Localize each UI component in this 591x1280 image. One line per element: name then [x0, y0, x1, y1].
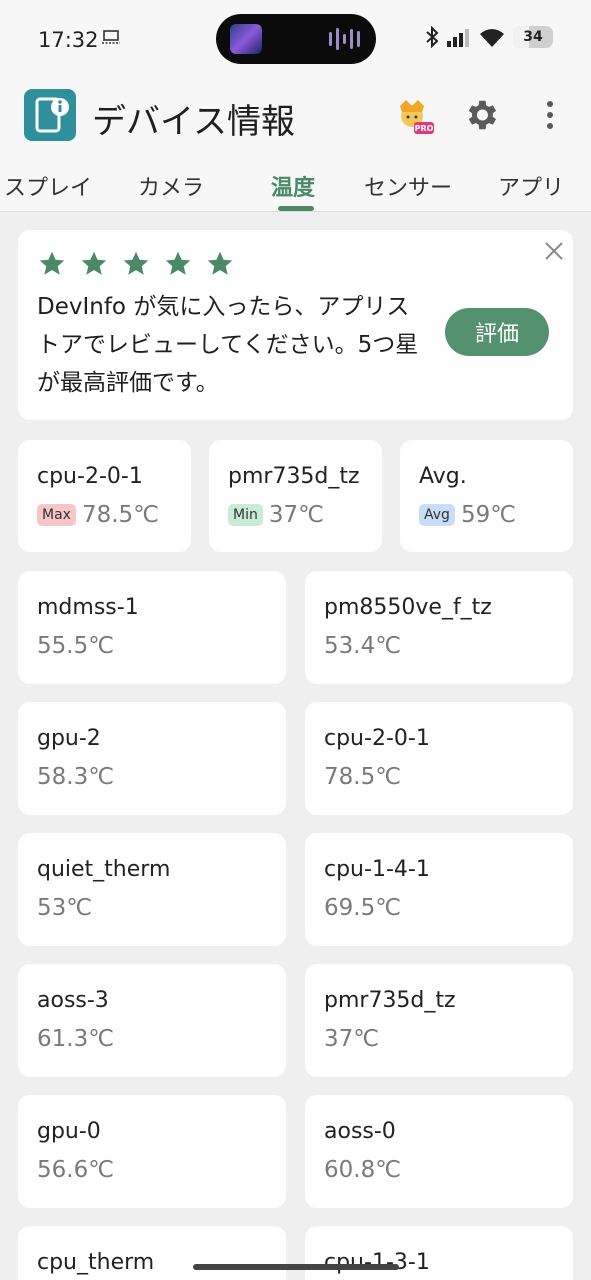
min-temp-card[interactable]: pmr735d_tz Min 37℃ [209, 440, 382, 552]
tab-camera[interactable]: カメラ [138, 170, 204, 202]
sensor-name: cpu-2-0-1 [324, 726, 430, 751]
app-title: デバイス情報 [92, 102, 295, 142]
sensor-value: 55.5℃ [37, 633, 115, 659]
sensor-name: mdmss-1 [37, 595, 139, 620]
sensor-name: pmr735d_tz [228, 464, 360, 489]
battery-icon: 34 [513, 26, 553, 48]
review-prompt-text: DevInfo が気に入ったら、アプリストアでレビューしてください。5つ星が最高… [37, 294, 419, 396]
sensor-value: 53℃ [37, 895, 93, 921]
sensor-card[interactable]: aoss-3 61.3℃ [18, 964, 286, 1077]
tab-active-indicator [278, 206, 314, 211]
sensor-card[interactable]: gpu-2 58.3℃ [18, 702, 286, 815]
wifi-icon [480, 29, 504, 47]
avg-temp-value: 59℃ [460, 502, 517, 528]
star-icon[interactable] [164, 250, 192, 278]
star-icon[interactable] [206, 250, 234, 278]
now-playing-artwork [230, 24, 262, 54]
sensor-name: cpu-2-0-1 [37, 464, 143, 489]
sensor-card[interactable]: cpu-1-4-1 69.5℃ [305, 833, 573, 946]
sensor-card[interactable]: mdmss-1 55.5℃ [18, 571, 286, 684]
tab-display[interactable]: スプレイ [4, 170, 92, 202]
sensor-value: 61.3℃ [37, 1026, 115, 1052]
sensor-value: Min 37℃ [228, 502, 324, 528]
tab-bar: スプレイ カメラ 温度 センサー アプリ [0, 156, 591, 212]
sensor-name: cpu_therm [37, 1250, 155, 1275]
max-temp-value: 78.5℃ [81, 502, 159, 528]
bluetooth-icon [426, 26, 439, 48]
sensor-value: 56.6℃ [37, 1157, 115, 1183]
home-indicator[interactable] [193, 1264, 399, 1270]
sensor-name: gpu-2 [37, 726, 101, 751]
sensor-value: 58.3℃ [37, 764, 115, 790]
sensor-card[interactable]: cpu-2-0-1 78.5℃ [305, 702, 573, 815]
sensor-card[interactable]: cpu-1-3-1 [305, 1226, 573, 1280]
rating-stars[interactable] [38, 250, 234, 278]
rate-button[interactable]: 評価 [445, 308, 549, 356]
gear-icon[interactable] [462, 96, 500, 134]
sensor-card[interactable]: aoss-0 60.8℃ [305, 1095, 573, 1208]
sensor-value: 78.5℃ [324, 764, 402, 790]
battery-level: 34 [523, 29, 543, 45]
more-vert-icon[interactable] [532, 96, 568, 134]
sensor-card[interactable]: cpu_therm [18, 1226, 286, 1280]
close-icon[interactable] [543, 240, 565, 262]
sensor-name: quiet_therm [37, 857, 171, 882]
cast-icon [102, 30, 120, 44]
sensor-card[interactable]: gpu-0 56.6℃ [18, 1095, 286, 1208]
sensor-card[interactable]: quiet_therm 53℃ [18, 833, 286, 946]
star-icon[interactable] [38, 250, 66, 278]
status-time: 17:32 [38, 28, 99, 52]
max-badge: Max [37, 504, 76, 526]
review-card: DevInfo が気に入ったら、アプリストアでレビューしてください。5つ星が最高… [18, 230, 573, 420]
tab-apps[interactable]: アプリ [498, 170, 564, 202]
sensor-card[interactable]: pm8550ve_f_tz 53.4℃ [305, 571, 573, 684]
signal-icon [447, 29, 469, 47]
tab-temperature[interactable]: 温度 [271, 170, 315, 202]
sensor-value: 69.5℃ [324, 895, 402, 921]
star-icon[interactable] [80, 250, 108, 278]
status-icons: 34 [425, 26, 553, 48]
star-icon[interactable] [122, 250, 150, 278]
status-bar: 17:32 34 [0, 0, 591, 80]
min-temp-value: 37℃ [268, 502, 324, 528]
sensor-value: 37℃ [324, 1026, 380, 1052]
dynamic-island [216, 14, 376, 64]
sensor-name: cpu-1-3-1 [324, 1250, 430, 1275]
avg-badge: Avg [419, 504, 455, 526]
app-logo-icon [24, 89, 76, 141]
sensor-value: Max 78.5℃ [37, 502, 159, 528]
sensor-name: pmr735d_tz [324, 988, 456, 1013]
audio-wave-icon [329, 28, 360, 50]
sensor-card[interactable]: pmr735d_tz 37℃ [305, 964, 573, 1077]
sensor-name: cpu-1-4-1 [324, 857, 430, 882]
sensor-name: aoss-0 [324, 1119, 396, 1144]
sensor-name: pm8550ve_f_tz [324, 595, 492, 620]
max-temp-card[interactable]: cpu-2-0-1 Max 78.5℃ [18, 440, 191, 552]
avg-temp-card[interactable]: Avg. Avg 59℃ [400, 440, 573, 552]
min-badge: Min [228, 504, 263, 526]
sensor-value: Avg 59℃ [419, 502, 516, 528]
sensor-name: aoss-3 [37, 988, 109, 1013]
tab-sensors[interactable]: センサー [364, 170, 452, 202]
sensor-name: gpu-0 [37, 1119, 101, 1144]
sensor-value: 60.8℃ [324, 1157, 402, 1183]
pro-crown-icon[interactable]: PRO [394, 96, 434, 136]
sensor-name: Avg. [419, 464, 467, 489]
app-bar: デバイス情報 PRO [0, 80, 591, 156]
sensor-value: 53.4℃ [324, 633, 402, 659]
pro-label: PRO [415, 124, 434, 133]
